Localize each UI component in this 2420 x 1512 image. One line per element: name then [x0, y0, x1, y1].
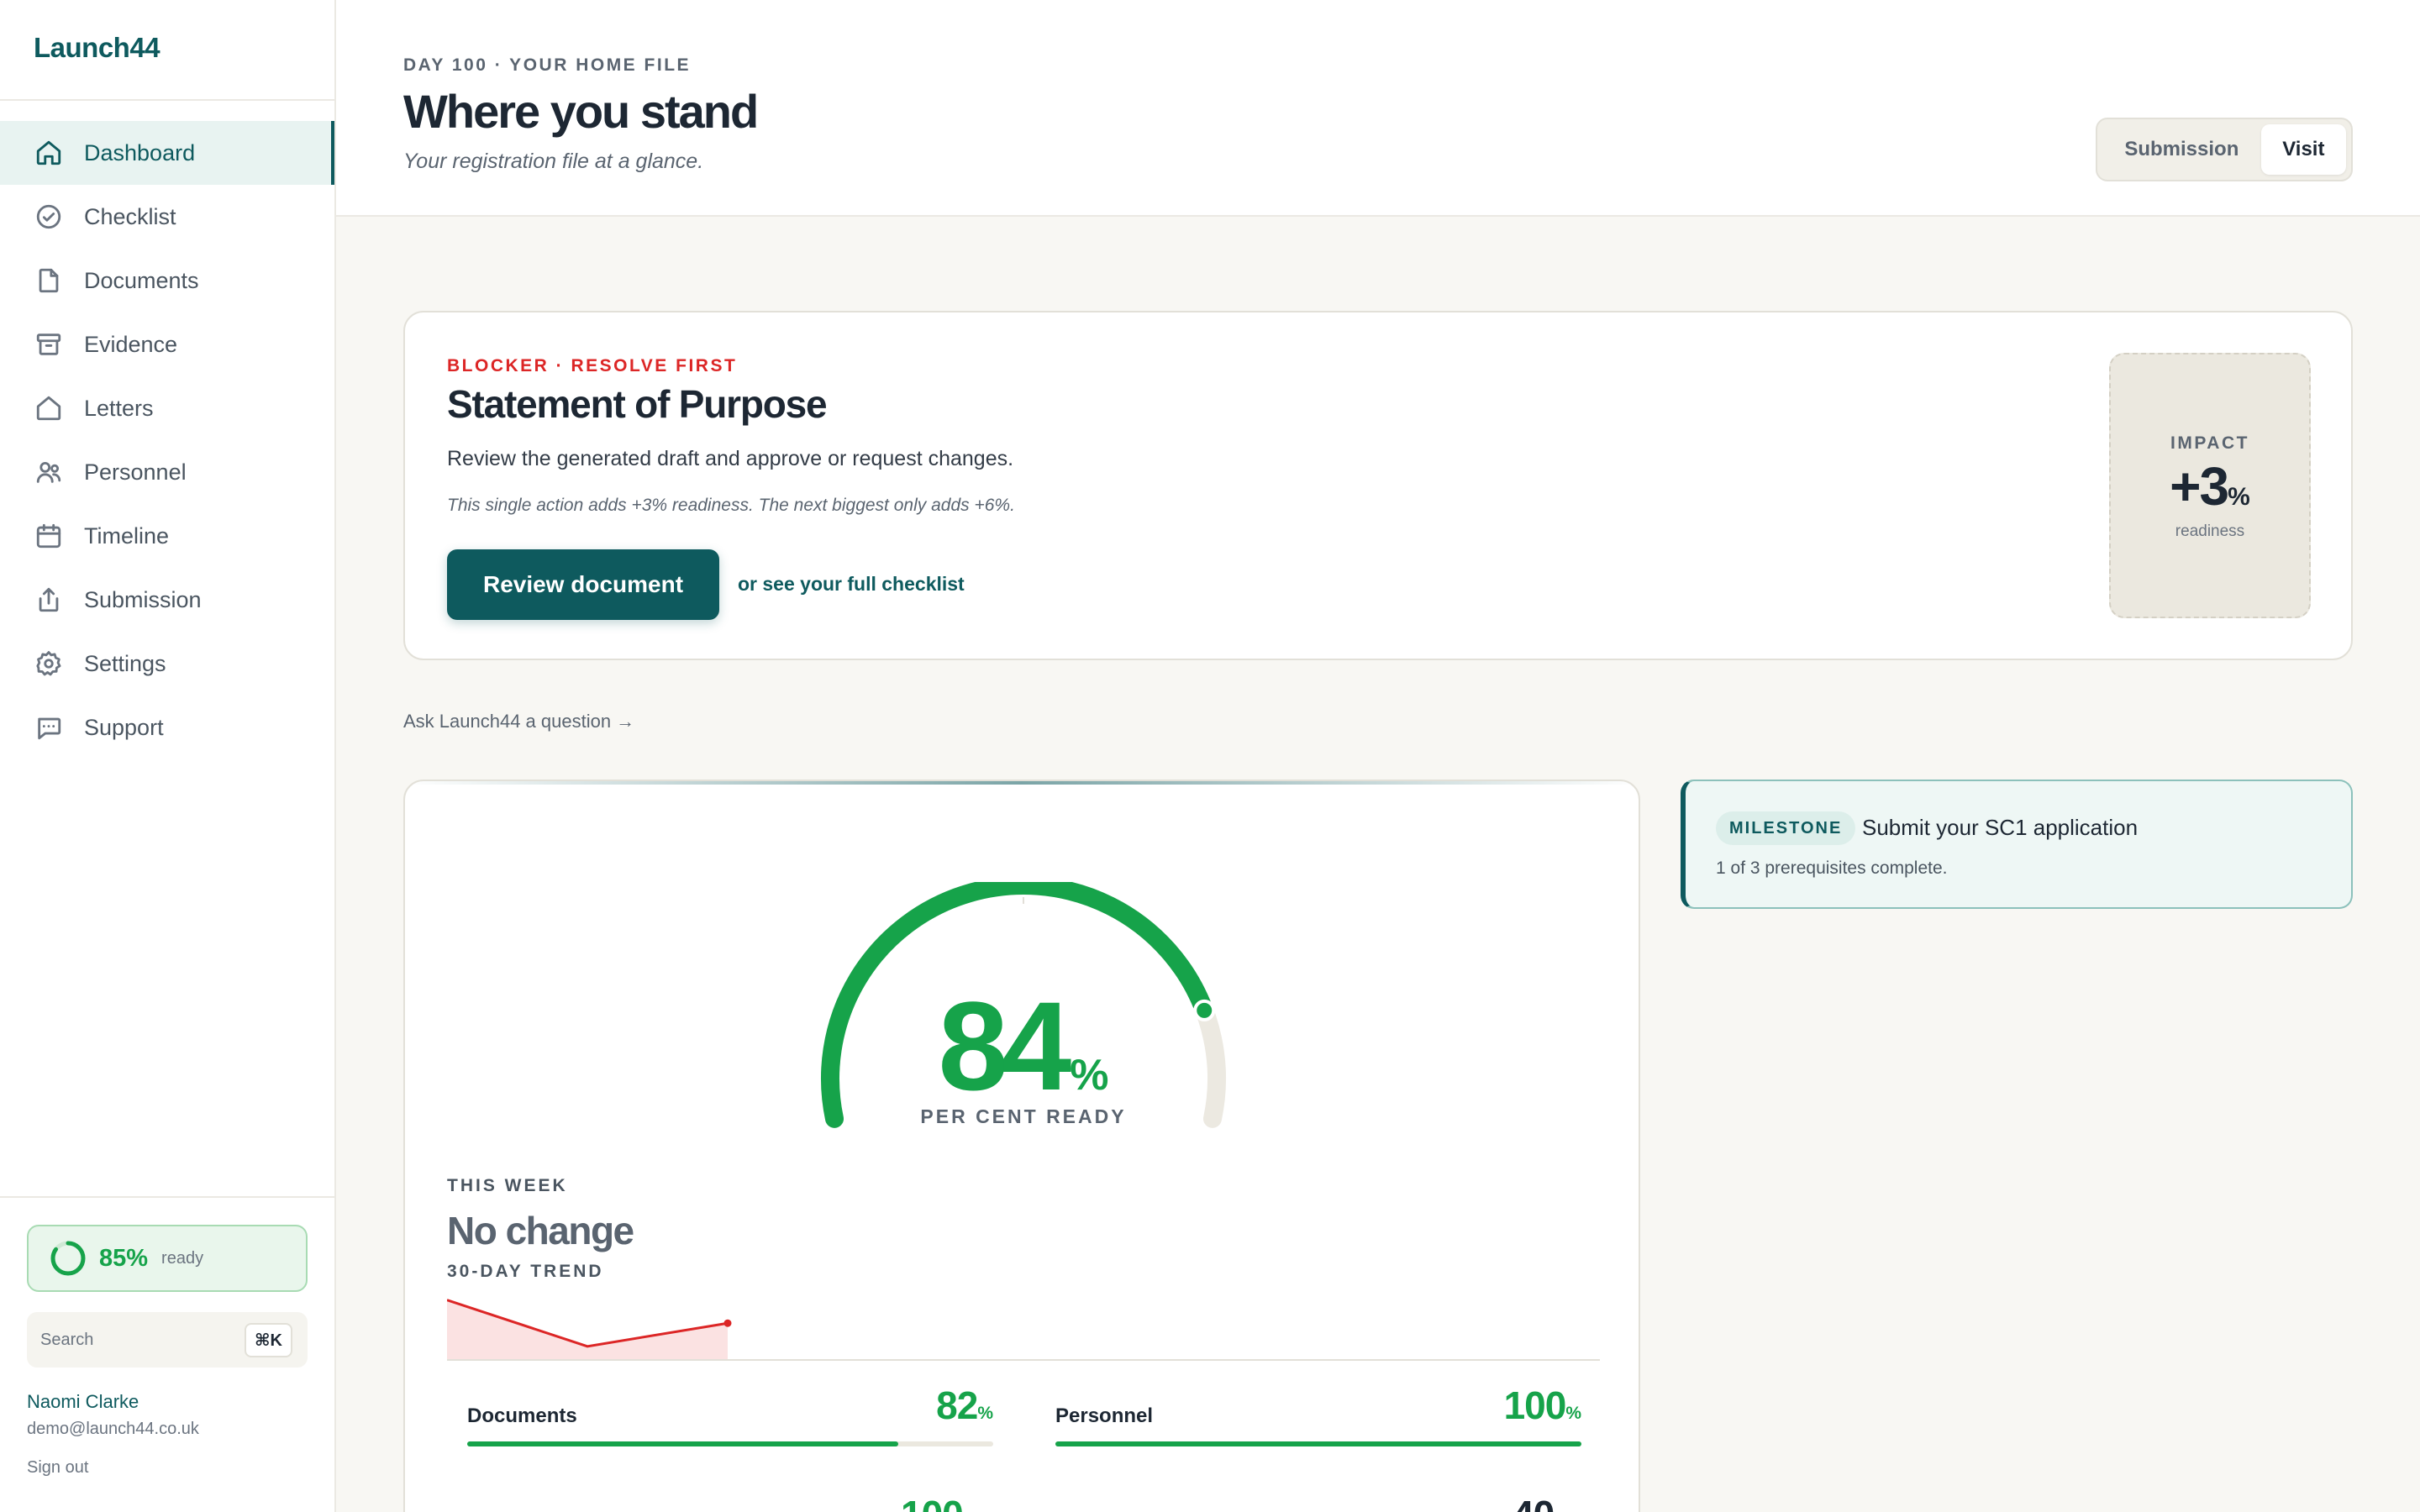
metric-bar — [467, 1441, 993, 1446]
sidebar-item-support[interactable]: Support — [0, 696, 334, 759]
check-circle-icon — [34, 202, 64, 232]
user-name[interactable]: Naomi Clarke — [27, 1391, 139, 1413]
impact-box: IMPACT +3% readiness — [2109, 353, 2311, 618]
document-icon — [34, 265, 64, 296]
sidebar-item-label: Dashboard — [84, 139, 196, 165]
sidebar-nav: Dashboard Checklist Documents Evidence L… — [0, 121, 334, 759]
sidebar-item-label: Timeline — [84, 522, 170, 549]
sidebar-item-label: Evidence — [84, 331, 178, 357]
chat-icon — [34, 712, 64, 743]
sidebar-item-label: Documents — [84, 267, 199, 293]
metric-value: 100% — [1503, 1383, 1581, 1427]
metric-value: 82% — [936, 1383, 993, 1427]
users-icon — [34, 457, 64, 487]
metric-name: Documents — [467, 1404, 577, 1427]
metric-value-partial: 100 — [901, 1492, 964, 1512]
sidebar-item-label: Letters — [84, 395, 154, 421]
upload-icon — [34, 585, 64, 615]
sidebar-item-label: Checklist — [84, 203, 176, 229]
metric-documents: Documents 82% — [467, 1383, 993, 1453]
milestone-progress: 1 of 3 prerequisites complete. — [1716, 858, 1948, 878]
gear-icon — [34, 648, 64, 679]
sidebar-item-label: Personnel — [84, 459, 187, 485]
milestone-card[interactable]: MILESTONE Submit your SC1 application 1 … — [1681, 780, 2353, 909]
readiness-pill[interactable]: 85% ready — [27, 1225, 308, 1292]
home-icon — [34, 138, 64, 168]
page-header: DAY 100 · YOUR HOME FILE Where you stand… — [336, 0, 2420, 217]
sidebar-item-checklist[interactable]: Checklist — [0, 185, 334, 249]
ask-question-link[interactable]: Ask Launch44 a question → — [403, 711, 634, 732]
blocker-note: This single action adds +3% readiness. T… — [447, 496, 1015, 515]
readiness-label: ready — [161, 1248, 204, 1268]
trend-end-dot — [723, 1319, 732, 1327]
page-subtitle: Your registration file at a glance. — [403, 150, 704, 173]
metric-value-partial: 40 — [1512, 1492, 1555, 1512]
home-icon — [34, 393, 64, 423]
card-accent-line — [405, 781, 1639, 785]
milestone-badge: MILESTONE — [1716, 811, 1856, 845]
readiness-ring — [50, 1241, 86, 1276]
metric-bar-fill — [467, 1441, 899, 1446]
sign-out-link[interactable]: Sign out — [27, 1458, 88, 1478]
readiness-value: 85% — [99, 1244, 149, 1272]
blocker-description: Review the generated draft and approve o… — [447, 447, 1014, 470]
search-shortcut: ⌘K — [245, 1322, 292, 1357]
sidebar-divider — [0, 1196, 334, 1198]
page-title: Where you stand — [403, 85, 759, 138]
toggle-visit[interactable]: Visit — [2260, 124, 2346, 175]
sidebar-item-label: Submission — [84, 586, 202, 612]
metric-bar — [1055, 1441, 1581, 1446]
toggle-submission[interactable]: Submission — [2102, 124, 2261, 175]
trend-label: 30-DAY TREND — [447, 1262, 604, 1281]
search-placeholder: Search — [40, 1330, 94, 1349]
metric-personnel: Personnel 100% — [1055, 1383, 1581, 1453]
readiness-card: 84% PER CENT READY THIS WEEK No change 3… — [403, 780, 1640, 1512]
sidebar: Launch44 Dashboard Checklist Documents E… — [0, 0, 336, 1512]
sidebar-item-documents[interactable]: Documents — [0, 249, 334, 312]
blocker-title: Statement of Purpose — [447, 382, 828, 426]
app-logo[interactable]: Launch44 — [34, 32, 160, 64]
sidebar-item-label: Settings — [84, 650, 166, 676]
sidebar-item-label: Support — [84, 714, 164, 740]
search-input[interactable]: Search ⌘K — [27, 1312, 308, 1368]
sidebar-item-settings[interactable]: Settings — [0, 632, 334, 696]
metric-bar-fill — [1055, 1441, 1581, 1446]
page-eyebrow: DAY 100 · YOUR HOME FILE — [403, 55, 692, 75]
blocker-card: BLOCKER · RESOLVE FIRST Statement of Pur… — [403, 311, 2353, 660]
sidebar-item-submission[interactable]: Submission — [0, 568, 334, 632]
impact-label: IMPACT — [2170, 433, 2249, 453]
trend-sparkline — [447, 1299, 1600, 1361]
full-checklist-link[interactable]: or see your full checklist — [738, 573, 965, 596]
sidebar-item-timeline[interactable]: Timeline — [0, 504, 334, 568]
view-toggle: Submission Visit — [2096, 118, 2353, 181]
blocker-eyebrow: BLOCKER · RESOLVE FIRST — [447, 356, 738, 375]
calendar-icon — [34, 521, 64, 551]
impact-value: +3% — [2170, 456, 2250, 517]
this-week-label: THIS WEEK — [447, 1176, 568, 1195]
sidebar-item-dashboard[interactable]: Dashboard — [0, 121, 334, 185]
readiness-score: 84% — [938, 975, 1109, 1116]
this-week-value: No change — [447, 1209, 634, 1252]
sidebar-item-personnel[interactable]: Personnel — [0, 440, 334, 504]
milestone-title: Submit your SC1 application — [1862, 815, 2139, 840]
user-email: demo@launch44.co.uk — [27, 1420, 199, 1438]
sidebar-item-letters[interactable]: Letters — [0, 376, 334, 440]
review-document-button[interactable]: Review document — [447, 549, 719, 620]
readiness-score-label: PER CENT READY — [920, 1105, 1127, 1127]
sidebar-divider — [0, 99, 334, 101]
impact-sub: readiness — [2175, 522, 2245, 540]
archive-icon — [34, 329, 64, 360]
sidebar-item-evidence[interactable]: Evidence — [0, 312, 334, 376]
metric-name: Personnel — [1055, 1404, 1154, 1427]
